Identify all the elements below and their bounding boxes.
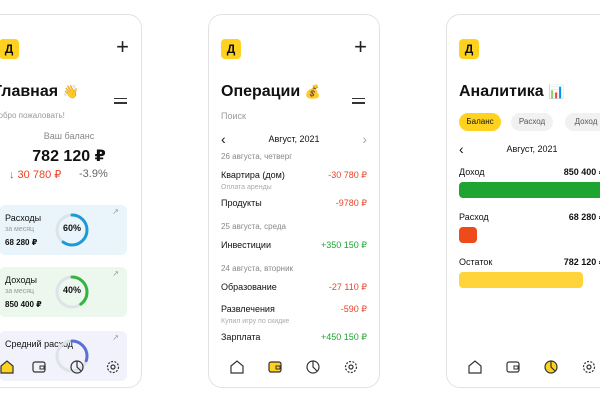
tab-income[interactable]: Доход [565,113,600,131]
transaction-name: Образование [221,282,277,292]
summary-card[interactable]: Расходы за месяц 68 280 ₽60% ↗ [0,205,127,255]
wallet-icon[interactable] [31,359,47,375]
wallet-icon[interactable] [505,359,521,375]
app-logo: Д [0,39,19,59]
card-title: Доходы [5,275,38,285]
main-screen-phone: Д + Главная 👋 Добро пожаловать! Ваш бала… [0,14,142,388]
balance-value: 782 120 ₽ [32,148,106,165]
page-title: Главная 👋 [0,83,79,100]
arrow-icon: ↗ [112,207,119,216]
progress-ring [55,275,89,309]
analytics-value: 850 400 ₽ [563,167,600,177]
chart-icon[interactable] [305,359,321,375]
add-button[interactable]: + [116,36,129,58]
bottom-nav [209,359,379,379]
summary-card[interactable]: Доходы за месяц 850 400 ₽40% ↗ [0,267,127,317]
subtitle: Добро пожаловать! [0,111,65,120]
arrow-icon: ↗ [112,333,119,342]
bottom-nav [0,359,141,379]
transaction-note: Оплата аренды [221,184,272,191]
transaction-name: Продукты [221,198,262,208]
analytics-bar [459,227,477,243]
chevron-right-icon[interactable]: › [362,131,367,147]
transaction-name: Зарплата [221,332,261,342]
transaction-note: Купил игру по скидке [221,318,290,325]
transaction-amount: -590 ₽ [340,304,367,314]
filter-icon[interactable] [114,98,127,108]
card-subtitle: за месяц [5,288,35,295]
home-icon[interactable] [229,359,245,375]
search-input[interactable]: Поиск [221,111,246,121]
settings-icon[interactable] [343,359,359,375]
card-amount: 68 280 ₽ [5,238,38,247]
analytics-label: Доход [459,167,485,177]
transaction-name: Развлечения [221,304,275,314]
balance-delta-percent: -3.9% [79,168,108,180]
card-title: Расходы [5,213,42,223]
chart-icon[interactable] [69,359,85,375]
transaction-amount: +350 150 ₽ [320,240,367,250]
analytics-bar [459,272,583,288]
balance-label: Ваш баланс [43,131,95,141]
page-title: Аналитика 📊 [459,83,565,100]
app-logo: Д [221,39,241,59]
operations-screen-phone: Д + Операции 💰 Поиск ‹ Август, 2021 › 26… [208,14,380,388]
date-header: 25 августа, среда [221,222,286,231]
arrow-icon: ↗ [112,269,119,278]
add-button[interactable]: + [354,36,367,58]
analytics-label: Остаток [459,257,493,267]
transaction-name: Инвестиции [221,240,271,250]
settings-icon[interactable] [581,359,597,375]
filter-icon[interactable] [352,98,365,108]
settings-icon[interactable] [105,359,121,375]
card-amount: 850 400 ₽ [5,300,42,309]
home-icon[interactable] [467,359,483,375]
date-header: 24 августа, вторник [221,264,294,273]
wallet-icon[interactable] [267,359,283,375]
transaction-amount: -27 110 ₽ [328,282,367,292]
bottom-nav [447,359,600,379]
analytics-bar [459,182,600,198]
tab-balance[interactable]: Баланс [459,113,501,131]
date-header: 26 августа, четверг [221,152,293,161]
transaction-name: Квартира (дом) [221,170,285,180]
chart-icon[interactable] [543,359,559,375]
analytics-screen-phone: Д + Аналитика 📊 Баланс Расход Доход ‹ Ав… [446,14,600,388]
app-logo: Д [459,39,479,59]
balance-delta: ↓ 30 780 ₽ [9,169,62,181]
tab-expense[interactable]: Расход [511,113,553,131]
transaction-amount: -30 780 ₽ [328,170,367,180]
month-label: Август, 2021 [506,144,558,154]
analytics-value: 68 280 ₽ [568,212,600,222]
analytics-label: Расход [459,212,489,222]
transaction-amount: +450 150 ₽ [320,332,367,342]
month-label: Август, 2021 [268,134,320,144]
progress-ring [55,213,89,247]
transaction-amount: -9780 ₽ [335,198,367,208]
card-subtitle: за месяц [5,226,35,233]
analytics-value: 782 120 ₽ [563,257,600,267]
home-icon[interactable] [0,359,15,375]
page-title: Операции 💰 [221,83,321,100]
